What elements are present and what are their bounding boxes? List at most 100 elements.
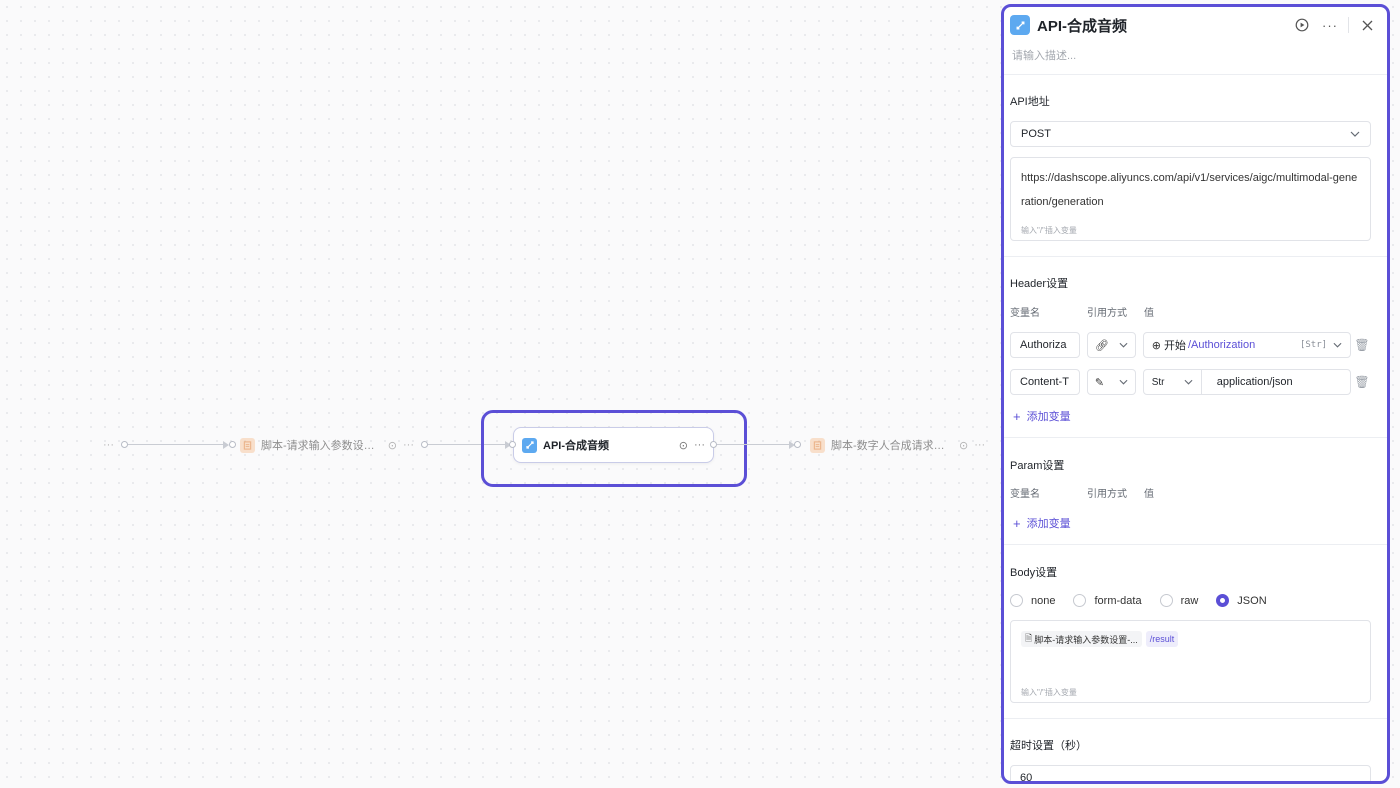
output-port[interactable] [121, 441, 128, 448]
run-icon[interactable]: ⊙ [959, 439, 968, 452]
output-port[interactable] [421, 441, 428, 448]
section-title: Body设置 [1010, 567, 1058, 579]
more-icon[interactable]: ··· [694, 439, 705, 451]
api-icon [1010, 15, 1030, 35]
add-param-variable-button[interactable]: + 添加变量 [1013, 515, 1371, 531]
section-title: API地址 [1010, 96, 1050, 108]
workflow-node-script-avatar[interactable]: 脚本-数字人合成请求参数 ⊙ ··· [802, 427, 998, 463]
radio-label: form-data [1094, 594, 1142, 607]
workflow-node-start[interactable]: ··· [0, 427, 122, 463]
close-icon [1362, 20, 1372, 30]
input-port[interactable] [794, 441, 801, 448]
col-value: 值 [1144, 308, 1154, 319]
column-headers: 变量名 引用方式 值 [1010, 304, 1371, 319]
type-value: Str [1151, 376, 1165, 388]
reference-value-select[interactable]: ⊕ 开始 /Authorization [Str] [1142, 332, 1352, 358]
col-reference: 引用方式 [1087, 489, 1127, 500]
chevron-down-icon [1333, 342, 1342, 348]
script-icon [240, 437, 255, 453]
api-address-section: API地址 POST https://dashscope.aliyuncs.co… [1004, 75, 1387, 257]
plus-icon: + [1013, 408, 1021, 424]
variable-name-input[interactable]: Content-T [1010, 369, 1080, 395]
add-header-variable-button[interactable]: + 添加变量 [1013, 408, 1371, 424]
more-icon[interactable]: ··· [103, 439, 114, 451]
pencil-icon: ✎ [1094, 376, 1105, 389]
output-port[interactable] [710, 441, 717, 448]
section-title: 超时设置（秒） [1010, 740, 1087, 752]
section-title: Param设置 [1010, 460, 1065, 472]
col-reference: 引用方式 [1087, 308, 1127, 319]
script-icon [810, 437, 825, 453]
more-icon[interactable]: ··· [403, 439, 414, 451]
reference-type-select[interactable]: 🔗︎ [1086, 332, 1136, 358]
col-variable-name: 变量名 [1010, 308, 1040, 319]
variable-path-chip[interactable]: /result [1145, 631, 1179, 647]
chevron-down-icon [1119, 342, 1128, 348]
run-node-button[interactable] [1288, 13, 1316, 37]
radio-circle [1159, 594, 1173, 607]
radio-label: raw [1180, 594, 1199, 607]
workflow-canvas[interactable]: ··· 脚本-请求输入参数设置-音... ⊙ ··· API-合成音频 ⊙ ··… [0, 0, 1000, 788]
variable-reference: 🗎︎ 脚本-请求输入参数设置-... /result [1021, 631, 1360, 647]
column-headers: 变量名 引用方式 值 [1010, 485, 1371, 500]
variable-name-input[interactable]: Authoriza [1010, 332, 1080, 358]
chevron-down-icon [1119, 379, 1128, 385]
url-input[interactable]: https://dashscope.aliyuncs.com/api/v1/se… [1010, 157, 1371, 241]
url-value: https://dashscope.aliyuncs.com/api/v1/se… [1021, 172, 1358, 208]
method-select[interactable]: POST [1010, 121, 1371, 147]
radio-circle [1010, 594, 1023, 607]
radio-circle [1073, 594, 1087, 607]
header-settings-section: Header设置 变量名 引用方式 值 Authoriza 🔗︎ ⊕ 开始 /A… [1004, 257, 1387, 438]
connection-edge [128, 444, 224, 445]
value-prefix: 开始 [1163, 340, 1186, 352]
variable-chip[interactable]: 🗎︎ 脚本-请求输入参数设置-... [1021, 631, 1142, 647]
more-icon[interactable]: ··· [974, 439, 985, 451]
radio-raw[interactable]: raw [1159, 594, 1199, 607]
value-type: [Str] [1299, 340, 1328, 350]
start-node-icon: ⊕ [1151, 339, 1161, 352]
radio-json[interactable]: JSON [1216, 594, 1267, 607]
more-options-button[interactable]: ··· [1316, 13, 1344, 37]
radio-label: JSON [1237, 594, 1267, 607]
node-title: 脚本-数字人合成请求参数 [831, 440, 953, 452]
value-input[interactable]: application/json [1202, 376, 1293, 388]
add-label: 添加变量 [1026, 518, 1071, 530]
timeout-section: 超时设置（秒） 60 [1004, 719, 1387, 781]
reference-type-select[interactable]: ✎ [1086, 369, 1136, 395]
header-row: Authoriza 🔗︎ ⊕ 开始 /Authorization [Str] 🗑… [1010, 332, 1371, 358]
workflow-node-api-synth-audio[interactable]: API-合成音频 ⊙ ··· [513, 427, 714, 463]
value-path: /Authorization [1187, 339, 1256, 351]
api-icon [522, 437, 537, 453]
add-label: 添加变量 [1026, 411, 1071, 423]
body-json-input[interactable]: 🗎︎ 脚本-请求输入参数设置-... /result 输入"/"插入变量 [1010, 620, 1371, 703]
timeout-input[interactable]: 60 [1010, 765, 1371, 781]
type-select[interactable]: Str [1144, 370, 1202, 394]
radio-label: none [1031, 594, 1056, 607]
run-icon[interactable]: ⊙ [388, 439, 397, 452]
node-title: 脚本-请求输入参数设置-音... [261, 440, 382, 452]
header-row: Content-T ✎ Str application/json 🗑︎ [1010, 369, 1371, 395]
link-icon: 🔗︎ [1094, 339, 1109, 352]
panel-title[interactable]: API-合成音频 [1037, 15, 1288, 36]
delete-row-icon[interactable]: 🗑︎ [1353, 338, 1371, 352]
run-icon[interactable]: ⊙ [679, 439, 688, 452]
radio-none[interactable]: none [1010, 594, 1055, 607]
input-port[interactable] [509, 441, 516, 448]
workflow-node-script-request[interactable]: 脚本-请求输入参数设置-音... ⊙ ··· [232, 427, 422, 463]
radio-form-data[interactable]: form-data [1073, 594, 1142, 607]
header-divider [1348, 17, 1349, 33]
description-input[interactable]: 请输入描述... [1012, 47, 1381, 63]
section-title: Header设置 [1010, 278, 1069, 290]
chip-text: 脚本-请求输入参数设置-... [1034, 634, 1138, 645]
close-button[interactable] [1353, 13, 1381, 37]
node-config-panel: API-合成音频 ··· 请输入描述... API地址 POST https:/… [1001, 4, 1390, 784]
param-settings-section: Param设置 变量名 引用方式 值 + 添加变量 [1004, 438, 1387, 545]
col-value: 值 [1144, 489, 1154, 500]
radio-circle-selected [1216, 594, 1230, 607]
delete-row-icon[interactable]: 🗑︎ [1353, 375, 1371, 389]
insert-variable-hint: 输入"/"插入变量 [1021, 688, 1077, 697]
plus-icon: + [1013, 515, 1021, 531]
play-circle-icon [1295, 18, 1309, 32]
panel-header: API-合成音频 ··· 请输入描述... [1004, 7, 1387, 75]
value-input-group: Str application/json [1142, 369, 1352, 395]
